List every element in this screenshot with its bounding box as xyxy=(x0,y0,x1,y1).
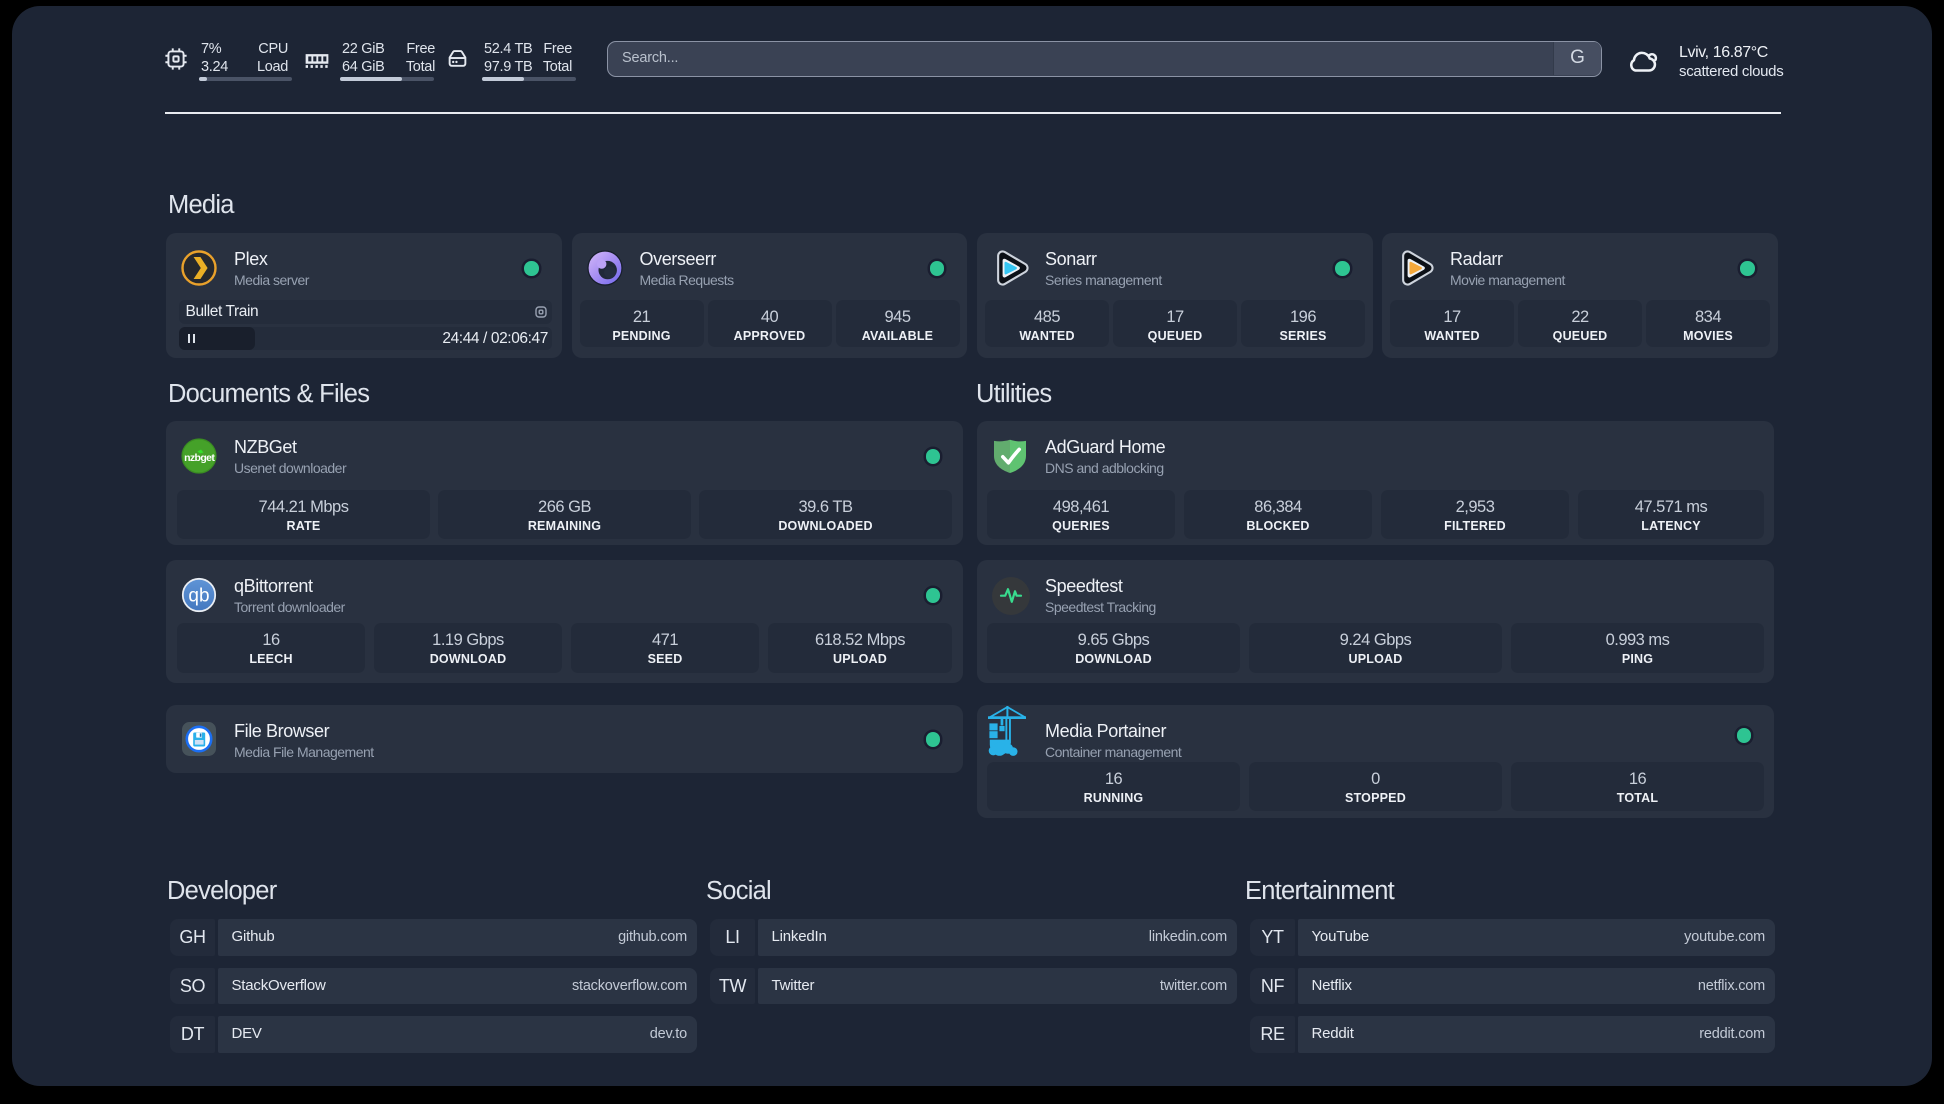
svg-text:nzbget: nzbget xyxy=(184,452,215,464)
svg-text:qb: qb xyxy=(188,586,209,607)
